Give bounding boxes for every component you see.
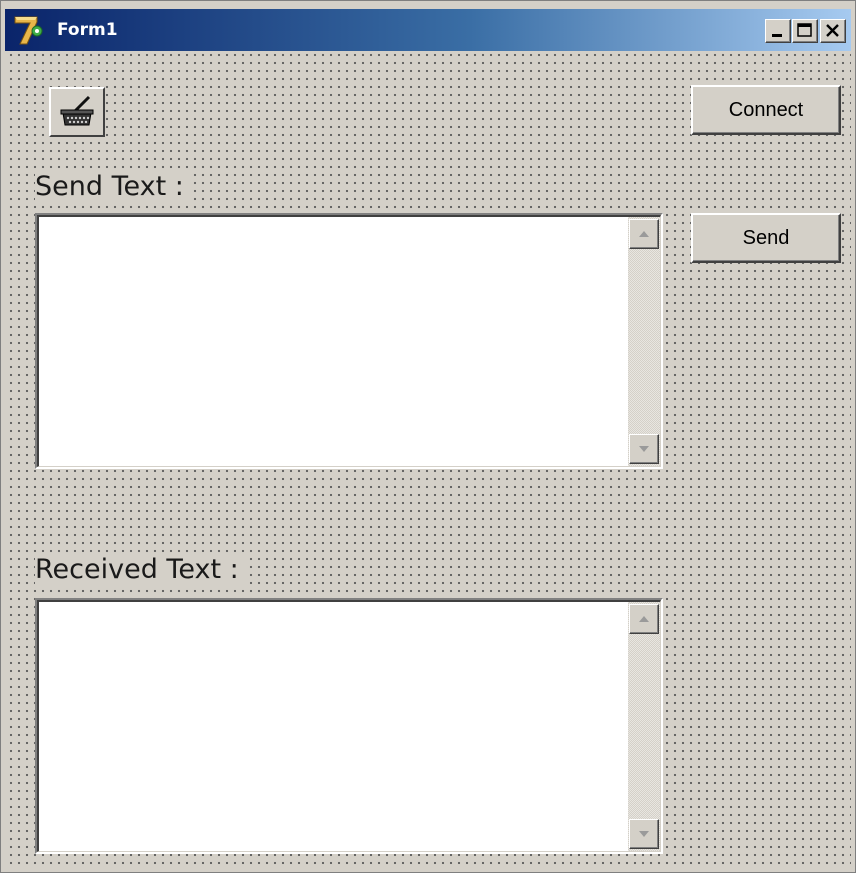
arrow-down-icon: [639, 831, 649, 837]
arrow-up-icon: [639, 616, 649, 622]
send-text-memo[interactable]: [35, 213, 663, 469]
form-design-surface: Connect Send Send Text : Received Text:: [5, 53, 851, 869]
received-text-label: Received Text :: [35, 554, 245, 586]
received-text-memo[interactable]: [35, 598, 663, 854]
received-memo-scrollbar[interactable]: [628, 602, 660, 851]
received-text-content[interactable]: [43, 606, 624, 847]
send-memo-scrollbar[interactable]: [628, 217, 660, 466]
send-text-content[interactable]: [43, 221, 624, 462]
title-bar[interactable]: Form1: [5, 9, 851, 51]
arrow-down-icon: [639, 446, 649, 452]
arrow-up-icon: [639, 231, 649, 237]
scroll-up-button[interactable]: [629, 219, 659, 249]
scroll-down-button[interactable]: [629, 434, 659, 464]
serial-port-connector-icon: [60, 95, 94, 126]
delphi-app-icon: [13, 14, 45, 46]
maximize-icon: [797, 23, 812, 37]
scroll-down-button[interactable]: [629, 819, 659, 849]
close-icon: [826, 24, 839, 37]
send-text-label: Send Text :: [35, 171, 190, 203]
form-window: Form1 Connect Send Send Text: Received …: [0, 0, 856, 873]
comm-port-button[interactable]: [49, 87, 105, 137]
scroll-up-button[interactable]: [629, 604, 659, 634]
minimize-button[interactable]: [765, 19, 791, 43]
connect-button[interactable]: Connect: [691, 85, 841, 135]
maximize-button[interactable]: [792, 19, 818, 43]
close-button[interactable]: [820, 19, 846, 43]
minimize-icon: [772, 34, 782, 37]
window-title: Form1: [57, 20, 118, 40]
send-button[interactable]: Send: [691, 213, 841, 263]
